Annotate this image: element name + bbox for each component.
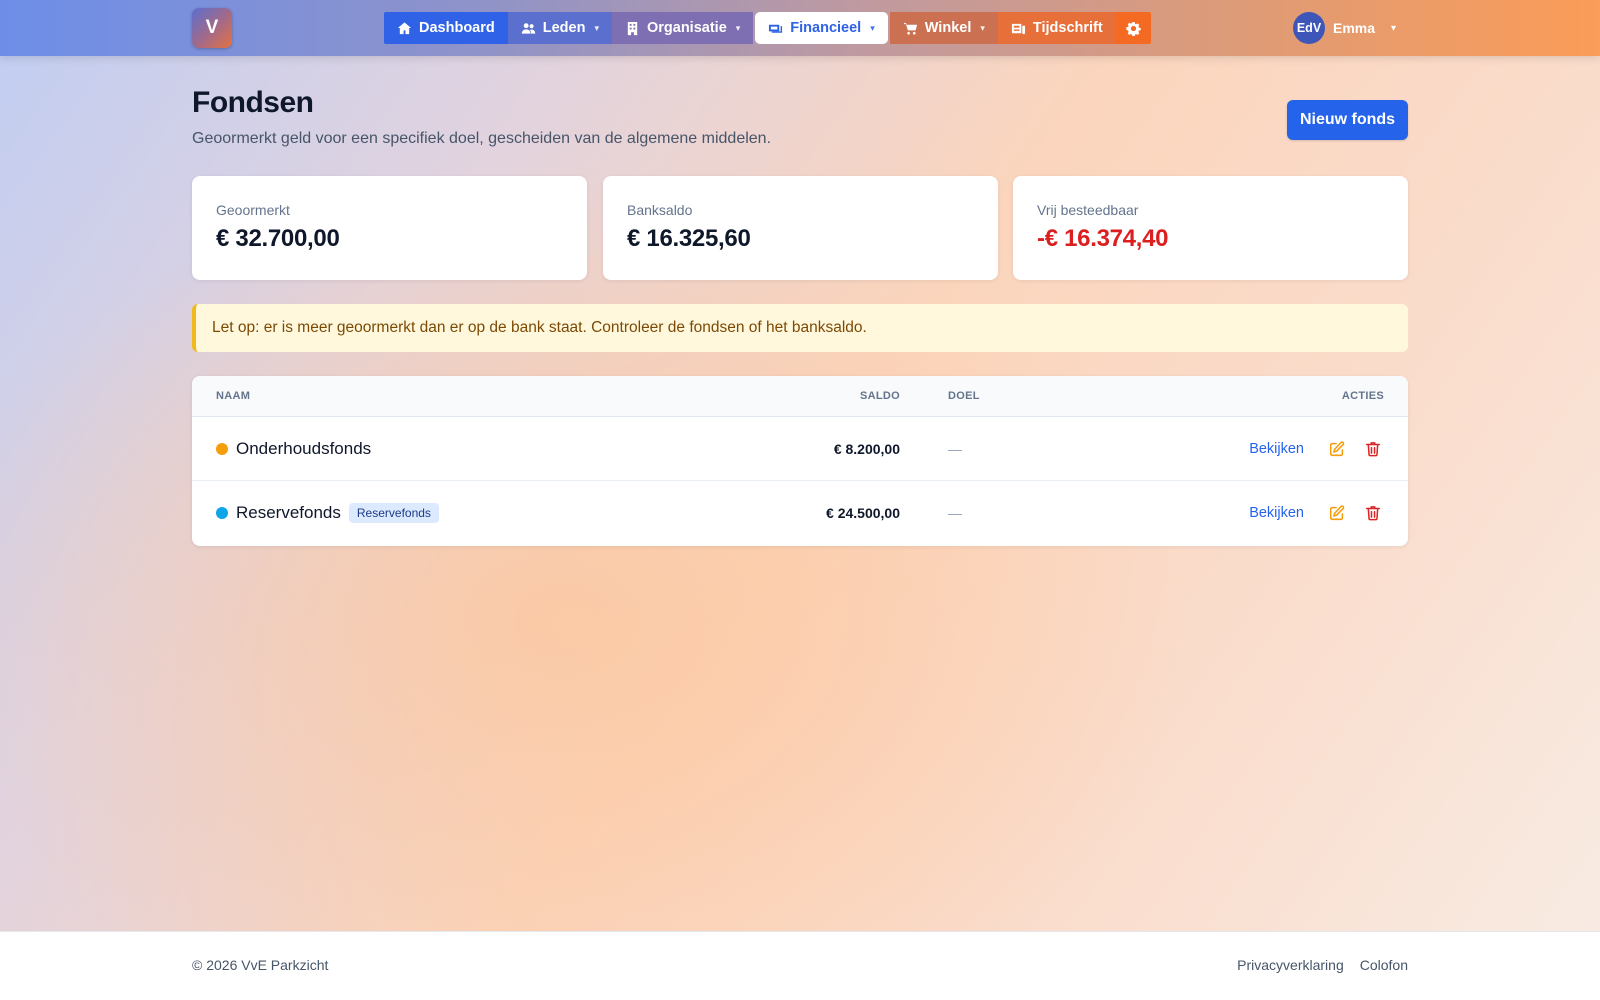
table-row[interactable]: Reservefonds Reservefonds € 24.500,00 — … <box>192 481 1408 545</box>
trash-icon <box>1365 442 1381 457</box>
column-header-acties: ACTIES <box>1341 390 1384 402</box>
cart-icon <box>903 22 917 34</box>
nav-item-dashboard[interactable]: Dashboard <box>384 12 508 44</box>
nav-item-financieel[interactable]: Financieel ▾ <box>755 12 888 44</box>
stat-value: € 16.325,60 <box>627 225 751 252</box>
page-subtitle: Geoormerkt geld voor een specifiek doel,… <box>192 130 772 147</box>
stat-label: Banksaldo <box>627 202 693 218</box>
footer-link-colofon[interactable]: Colofon <box>1360 957 1408 973</box>
fund-color-dot <box>216 507 228 519</box>
page-title: Fondsen <box>192 86 314 119</box>
stat-card-banksaldo: Banksaldo € 16.325,60 <box>603 176 998 280</box>
fund-name[interactable]: Onderhoudsfonds <box>236 439 371 459</box>
nav-item-winkel[interactable]: Winkel ▾ <box>889 12 998 44</box>
nav-item-organisatie[interactable]: Organisatie ▾ <box>611 12 754 44</box>
stat-card-vrij-besteedbaar: Vrij besteedbaar -€ 16.374,40 <box>1013 176 1408 280</box>
nav-item-label: Leden <box>542 20 586 36</box>
stat-value: € 32.700,00 <box>216 225 340 252</box>
top-navigation-bar: V Dashboard Leden ▾ Organisatie ▾ Financ… <box>0 0 1600 56</box>
home-icon <box>397 21 412 34</box>
warning-alert: Let op: er is meer geoormerkt dan er op … <box>192 304 1408 352</box>
fund-color-dot <box>216 443 228 455</box>
fund-saldo: € 24.500,00 <box>826 505 900 521</box>
user-menu[interactable]: EdV Emma ▾ <box>1293 12 1396 44</box>
table-header: NAAM SALDO DOEL ACTIES <box>192 376 1408 417</box>
main-nav: Dashboard Leden ▾ Organisatie ▾ Financie… <box>384 12 1151 44</box>
edit-icon <box>1329 505 1345 521</box>
fund-type-badge: Reservefonds <box>348 503 439 523</box>
chevron-down-icon: ▾ <box>594 22 599 33</box>
chevron-down-icon: ▾ <box>870 22 875 33</box>
page-footer: © 2026 VvE Parkzicht Privacyverklaring C… <box>0 931 1600 1000</box>
nav-item-label: Tijdschrift <box>1032 20 1103 36</box>
settings-button[interactable] <box>1115 12 1151 44</box>
stat-label: Vrij besteedbaar <box>1037 202 1139 218</box>
chevron-down-icon: ▾ <box>735 22 741 33</box>
footer-links: Privacyverklaring Colofon <box>1237 957 1408 973</box>
new-fund-button[interactable]: Nieuw fonds <box>1287 100 1408 140</box>
column-header-saldo[interactable]: SALDO <box>860 390 900 402</box>
column-header-naam[interactable]: NAAM <box>216 390 250 402</box>
column-header-doel[interactable]: DOEL <box>948 390 980 402</box>
fund-doel: — <box>948 441 962 457</box>
nav-item-leden[interactable]: Leden ▾ <box>507 12 612 44</box>
fund-name-cell: Onderhoudsfonds <box>216 417 371 481</box>
footer-copyright: © 2026 VvE Parkzicht <box>192 957 329 973</box>
alert-text: Let op: er is meer geoormerkt dan er op … <box>212 319 867 336</box>
nav-item-label: Financieel <box>790 20 862 36</box>
users-icon <box>521 22 535 34</box>
row-actions: Bekijken <box>1249 417 1384 481</box>
footer-link-privacy[interactable]: Privacyverklaring <box>1237 957 1344 973</box>
building-icon <box>627 21 638 35</box>
fund-saldo: € 8.200,00 <box>833 441 900 457</box>
delete-button[interactable] <box>1362 438 1384 460</box>
chevron-down-icon: ▾ <box>1391 22 1397 34</box>
stat-card-geoormerkt: Geoormerkt € 32.700,00 <box>192 176 587 280</box>
nav-item-label: Organisatie <box>646 20 727 36</box>
trash-icon <box>1365 506 1381 521</box>
magazine-icon <box>1011 23 1025 34</box>
edit-button[interactable] <box>1326 502 1348 524</box>
stat-label: Geoormerkt <box>216 202 290 218</box>
fund-name-cell: Reservefonds Reservefonds <box>216 481 439 545</box>
app-logo[interactable]: V <box>192 8 232 48</box>
nav-item-label: Dashboard <box>419 20 495 36</box>
row-actions: Bekijken <box>1249 481 1384 545</box>
table-row[interactable]: Onderhoudsfonds € 8.200,00 — Bekijken <box>192 417 1408 481</box>
nav-item-label: Winkel <box>924 20 972 36</box>
view-link[interactable]: Bekijken <box>1249 505 1304 521</box>
user-name: Emma <box>1333 20 1376 36</box>
edit-button[interactable] <box>1326 438 1348 460</box>
nav-item-tijdschrift[interactable]: Tijdschrift <box>997 12 1116 44</box>
chevron-down-icon: ▾ <box>980 22 985 33</box>
view-link[interactable]: Bekijken <box>1249 441 1304 457</box>
stat-value: -€ 16.374,40 <box>1037 225 1169 252</box>
money-icon <box>769 24 783 33</box>
edit-icon <box>1329 441 1345 457</box>
fund-doel: — <box>948 505 962 521</box>
avatar: EdV <box>1293 12 1325 44</box>
fund-name[interactable]: Reservefonds <box>236 503 341 523</box>
funds-table: NAAM SALDO DOEL ACTIES Onderhoudsfonds €… <box>192 376 1408 546</box>
delete-button[interactable] <box>1362 502 1384 524</box>
gear-icon <box>1126 21 1141 36</box>
